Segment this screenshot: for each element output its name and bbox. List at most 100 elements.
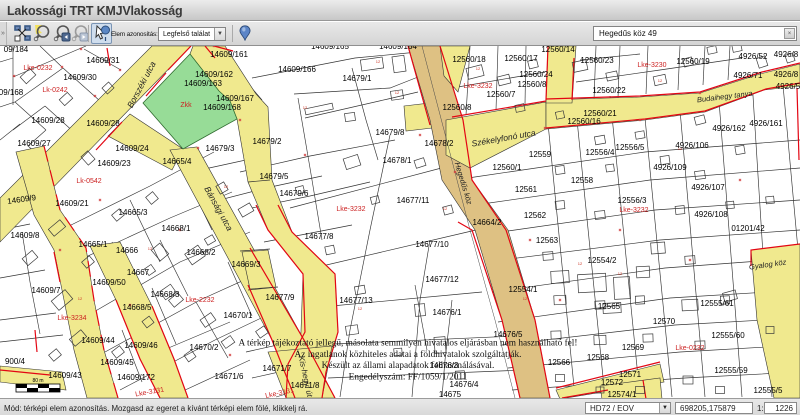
svg-text:14609/7: 14609/7 [32,286,61,295]
svg-text:14671/7: 14671/7 [263,364,292,373]
svg-text:14678/2: 14678/2 [425,139,454,148]
svg-text:Lke-3232: Lke-3232 [336,206,365,213]
svg-text:14609/163: 14609/163 [184,79,222,88]
svg-text:14609/44: 14609/44 [81,336,115,345]
svg-text:12: 12 [224,184,229,189]
svg-text:14677/8: 14677/8 [305,232,334,241]
svg-text:14677/10: 14677/10 [415,240,449,249]
svg-text:14665/3: 14665/3 [119,208,148,217]
svg-text:14675: 14675 [439,390,462,398]
svg-text:12: 12 [578,261,583,266]
svg-text:14676/1: 14676/1 [433,308,462,317]
svg-text:12: 12 [658,78,663,83]
svg-text:14609/164: 14609/164 [379,46,417,51]
svg-text:12569: 12569 [622,343,645,352]
svg-text:14671/6: 14671/6 [215,372,244,381]
svg-text:12568: 12568 [587,353,610,362]
svg-text:14609/167: 14609/167 [216,94,254,103]
svg-text:Zkk: Zkk [180,102,192,109]
svg-text:14609/23: 14609/23 [97,159,131,168]
svg-text:12560/19: 12560/19 [676,57,710,66]
svg-text:14665/1: 14665/1 [79,240,108,249]
svg-text:14677/12: 14677/12 [425,275,459,284]
svg-text:12554/1: 12554/1 [509,285,538,294]
svg-text:12554/2: 12554/2 [588,256,617,265]
svg-text:14679/1: 14679/1 [343,74,372,83]
svg-text:12558: 12558 [571,176,594,185]
svg-text:14609/172: 14609/172 [117,373,155,382]
svg-text:14609/8: 14609/8 [11,231,40,240]
svg-text:14609/50: 14609/50 [92,278,126,287]
svg-text:Készült az állami alapadatok f: Készült az állami alapadatok felhasználá… [322,360,495,371]
svg-text:12560/1: 12560/1 [493,163,522,172]
svg-text:14609/21: 14609/21 [55,199,89,208]
svg-text:14609/43: 14609/43 [48,371,82,380]
svg-text:Lke-0232: Lke-0232 [23,65,52,72]
svg-text:12560/16: 12560/16 [567,117,601,126]
svg-text:12: 12 [358,306,363,311]
svg-text:14679/5: 14679/5 [260,172,289,181]
svg-text:12: 12 [523,296,528,301]
svg-text:Lke-3234: Lke-3234 [57,315,86,322]
svg-text:14670/1: 14670/1 [224,311,253,320]
svg-text:14668/1: 14668/1 [162,224,191,233]
svg-text:4926/5: 4926/5 [776,82,800,91]
svg-text:12: 12 [376,59,381,64]
svg-text:14667: 14667 [127,268,150,277]
svg-text:Lk-0542: Lk-0542 [76,178,101,185]
svg-text:12: 12 [443,206,448,211]
svg-text:12: 12 [395,90,400,95]
svg-text:12560/8: 12560/8 [443,103,472,112]
svg-text:Lke-3230: Lke-3230 [637,62,666,69]
svg-text:4926/106: 4926/106 [675,141,709,150]
svg-text:12555/61: 12555/61 [700,299,734,308]
svg-text:14609/162: 14609/162 [195,70,233,79]
svg-text:12560/24: 12560/24 [519,70,553,79]
svg-text:14609/161: 14609/161 [210,50,248,59]
svg-text:12556/5: 12556/5 [616,143,645,152]
svg-text:14609/28: 14609/28 [31,116,65,125]
svg-text:Az ingatlanok közhiteles adata: Az ingatlanok közhiteles adatai a földhi… [295,349,522,360]
svg-text:12556/4: 12556/4 [586,148,615,157]
svg-text:12560/8: 12560/8 [518,80,547,89]
svg-text:14668/5: 14668/5 [123,303,152,312]
svg-text:A térkép tájékoztató jellegű,: A térkép tájékoztató jellegű, másolata s… [239,338,578,349]
svg-text:12566: 12566 [548,358,571,367]
svg-text:80 m: 80 m [32,378,43,384]
svg-text:14679/3: 14679/3 [206,144,235,153]
svg-text:12560/23: 12560/23 [580,56,614,65]
svg-text:14609/28: 14609/28 [86,119,120,128]
svg-text:12561: 12561 [515,185,538,194]
svg-text:14609/30: 14609/30 [63,73,97,82]
svg-text:Lke-2232: Lke-2232 [185,297,214,304]
svg-text:900/4: 900/4 [5,357,26,366]
svg-text:12570: 12570 [653,317,676,326]
svg-text:12555/59: 12555/59 [714,366,748,375]
svg-text:4926/109: 4926/109 [653,163,687,172]
svg-text:12555/5: 12555/5 [754,386,783,395]
svg-text:12560/18: 12560/18 [452,55,486,64]
svg-text:14609/46: 14609/46 [124,341,158,350]
svg-text:14609/166: 14609/166 [278,65,316,74]
svg-text:4926/108: 4926/108 [694,210,728,219]
svg-text:Lke-3232: Lke-3232 [463,83,492,90]
svg-text:4926/71: 4926/71 [734,71,763,80]
svg-text:4926/8: 4926/8 [774,50,799,59]
svg-text:12559: 12559 [529,150,552,159]
svg-text:14679/2: 14679/2 [253,137,282,146]
svg-text:12556/3: 12556/3 [618,196,647,205]
svg-text:14609/27: 14609/27 [17,139,51,148]
svg-text:14609/24: 14609/24 [115,144,149,153]
svg-text:12560/17: 12560/17 [504,54,538,63]
svg-text:14609/168: 14609/168 [203,103,241,112]
svg-text:12560/22: 12560/22 [592,86,626,95]
svg-text:12555/60: 12555/60 [711,331,745,340]
svg-text:14677/9: 14677/9 [266,293,295,302]
svg-text:Lke-0242: Lke-0242 [203,46,232,47]
svg-text:12: 12 [476,66,481,71]
svg-text:09/168: 09/168 [0,88,24,97]
svg-text:12562: 12562 [524,211,547,220]
svg-text:14609/31: 14609/31 [86,56,120,65]
svg-text:14679/6: 14679/6 [280,189,309,198]
svg-text:12560/7: 12560/7 [487,90,516,99]
